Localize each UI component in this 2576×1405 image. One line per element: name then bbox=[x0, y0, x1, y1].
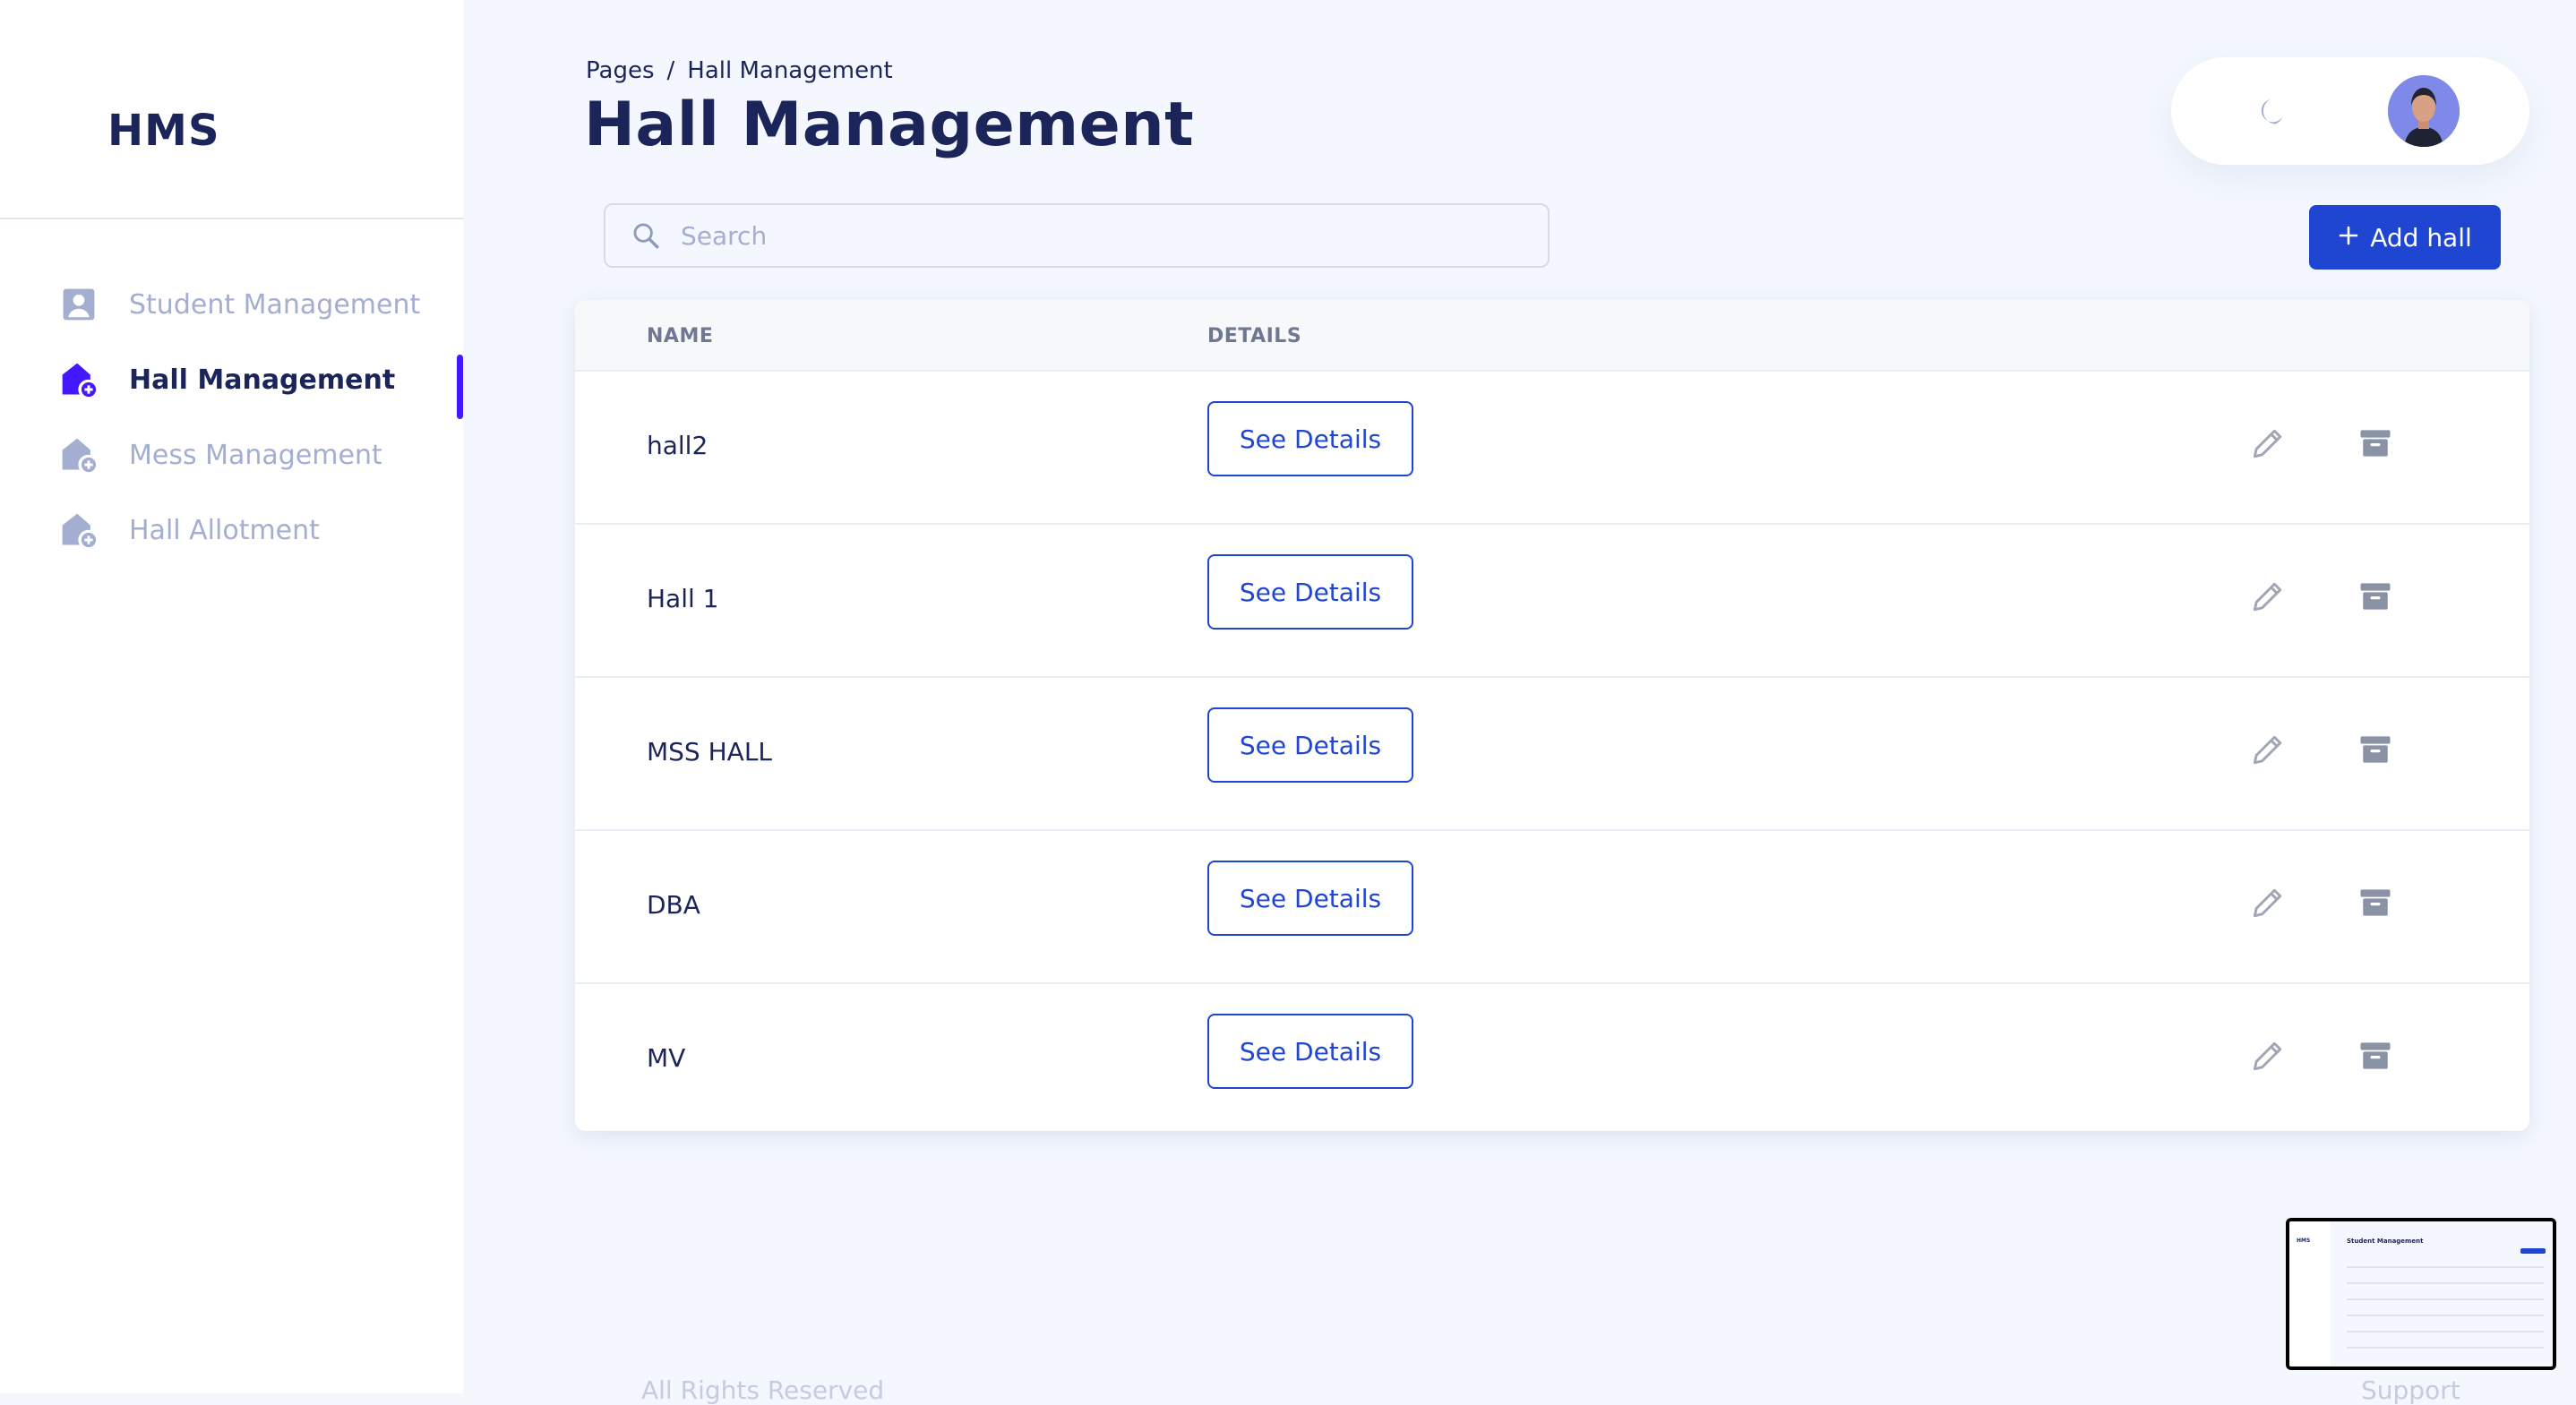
preview-logo: HMS bbox=[2297, 1238, 2311, 1244]
pencil-icon[interactable] bbox=[2248, 883, 2288, 922]
column-header-name: NAME bbox=[647, 325, 714, 347]
see-details-button[interactable]: See Details bbox=[1207, 1014, 1413, 1089]
hall-name: MV bbox=[647, 1043, 686, 1073]
preview-row bbox=[2347, 1331, 2544, 1332]
see-details-button[interactable]: See Details bbox=[1207, 707, 1413, 783]
avatar[interactable] bbox=[2388, 75, 2460, 147]
add-hall-label: Add hall bbox=[2370, 222, 2472, 253]
home-add-icon bbox=[59, 435, 99, 475]
sidebar-item-mess-management[interactable]: Mess Management bbox=[59, 428, 463, 482]
search-input[interactable] bbox=[679, 219, 1548, 252]
see-details-button[interactable]: See Details bbox=[1207, 554, 1413, 630]
breadcrumb-root[interactable]: Pages bbox=[586, 57, 655, 84]
search-icon bbox=[627, 217, 665, 254]
screenshot-preview-thumbnail[interactable]: HMS Student Management bbox=[2286, 1218, 2556, 1370]
table-row: MSS HALL See Details bbox=[575, 676, 2529, 829]
preview-row bbox=[2347, 1266, 2544, 1268]
table-row: MV See Details bbox=[575, 982, 2529, 1131]
moon-icon[interactable] bbox=[2252, 91, 2291, 131]
pencil-icon[interactable] bbox=[2248, 1036, 2288, 1075]
pencil-icon[interactable] bbox=[2248, 730, 2288, 769]
sidebar-item-label: Student Management bbox=[129, 288, 421, 321]
preview-row bbox=[2347, 1315, 2544, 1316]
search-bar bbox=[604, 203, 1550, 268]
archive-icon[interactable] bbox=[2356, 883, 2395, 922]
archive-icon[interactable] bbox=[2356, 424, 2395, 463]
sidebar-item-student-management[interactable]: Student Management bbox=[59, 278, 463, 331]
footer-support-link[interactable]: Support bbox=[2361, 1375, 2460, 1405]
header-actions bbox=[2171, 57, 2529, 165]
page-title: Hall Management bbox=[584, 90, 1195, 160]
table-row: hall2 See Details bbox=[575, 370, 2529, 523]
home-add-icon bbox=[59, 360, 99, 399]
add-hall-button[interactable]: Add hall bbox=[2309, 205, 2501, 270]
pencil-icon[interactable] bbox=[2248, 424, 2288, 463]
app-logo: HMS bbox=[107, 106, 220, 156]
archive-icon[interactable] bbox=[2356, 577, 2395, 616]
pencil-icon[interactable] bbox=[2248, 577, 2288, 616]
sidebar-item-hall-allotment[interactable]: Hall Allotment bbox=[59, 503, 463, 557]
sidebar-item-label: Hall Allotment bbox=[129, 514, 320, 546]
column-header-details: DETAILS bbox=[1207, 325, 1302, 347]
hall-name: MSS HALL bbox=[647, 737, 773, 767]
hall-name: hall2 bbox=[647, 431, 708, 460]
active-indicator bbox=[457, 355, 463, 419]
preview-row bbox=[2347, 1298, 2544, 1300]
sidebar-item-hall-management[interactable]: Hall Management bbox=[59, 353, 463, 407]
sidebar-divider bbox=[0, 218, 463, 219]
preview-row bbox=[2347, 1282, 2544, 1284]
table-row: DBA See Details bbox=[575, 829, 2529, 982]
sidebar-item-label: Hall Management bbox=[129, 364, 396, 396]
breadcrumb-separator: / bbox=[666, 57, 675, 84]
hall-name: DBA bbox=[647, 890, 700, 920]
sidebar: HMS Student Management Hall Management M… bbox=[0, 0, 463, 1393]
breadcrumb: Pages / Hall Management bbox=[586, 57, 893, 84]
preview-row bbox=[2347, 1347, 2544, 1349]
user-square-icon bbox=[59, 285, 99, 324]
preview-sidebar: HMS bbox=[2289, 1221, 2331, 1366]
sidebar-item-label: Mess Management bbox=[129, 439, 382, 471]
footer-copyright: All Rights Reserved bbox=[641, 1375, 885, 1405]
plus-icon bbox=[2338, 223, 2359, 253]
hall-name: Hall 1 bbox=[647, 584, 719, 613]
preview-button bbox=[2520, 1248, 2546, 1254]
archive-icon[interactable] bbox=[2356, 730, 2395, 769]
home-add-icon bbox=[59, 510, 99, 550]
halls-table: NAME DETAILS hall2 See Details Hall 1 Se… bbox=[575, 300, 2529, 1131]
table-row: Hall 1 See Details bbox=[575, 523, 2529, 676]
see-details-button[interactable]: See Details bbox=[1207, 401, 1413, 476]
table-header: NAME DETAILS bbox=[575, 300, 2529, 370]
breadcrumb-current: Hall Management bbox=[687, 57, 893, 84]
archive-icon[interactable] bbox=[2356, 1036, 2395, 1075]
see-details-button[interactable]: See Details bbox=[1207, 861, 1413, 936]
preview-title: Student Management bbox=[2347, 1238, 2424, 1245]
